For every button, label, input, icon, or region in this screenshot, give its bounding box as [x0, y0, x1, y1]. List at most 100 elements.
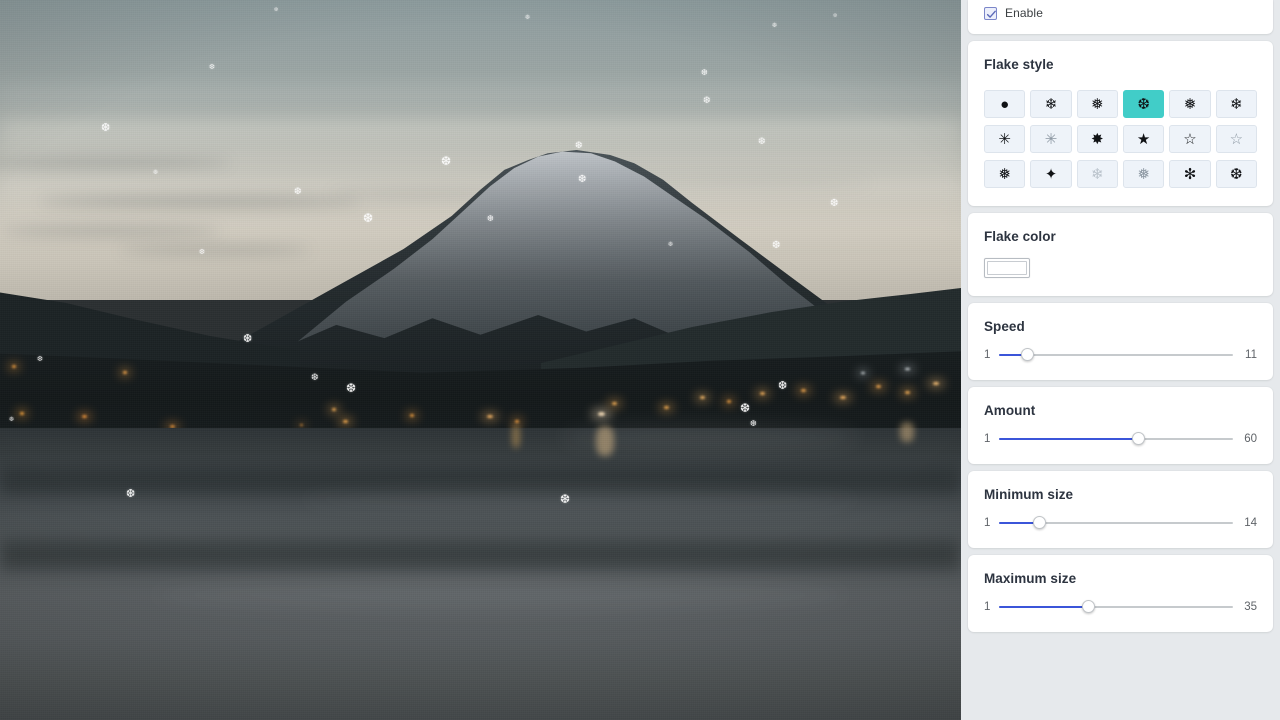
- snowflake-icon: ❆: [525, 15, 531, 21]
- outline-star-light-icon: ☆: [1229, 130, 1244, 148]
- snowflake-icon: ❆: [199, 249, 205, 256]
- snowflake-icon: ❆: [772, 240, 781, 251]
- snowflake-icon: ❆: [578, 174, 587, 185]
- flake-style-option-heavy-eight-pointed-star[interactable]: ✸: [1076, 125, 1118, 153]
- slider-track[interactable]: [999, 600, 1233, 614]
- slider-thumb[interactable]: [1131, 432, 1145, 445]
- snowflake-icon: ❆: [274, 7, 279, 13]
- slider-title: Amount: [984, 403, 1036, 418]
- slider-row[interactable]: 1 11: [984, 348, 1257, 362]
- snowflake-icon: ❆: [575, 140, 583, 150]
- slider-fill: [999, 606, 1089, 608]
- snowflake-icon: ❆: [209, 64, 215, 71]
- enable-label: Enable: [1005, 6, 1043, 20]
- flake-style-option-circle[interactable]: ●: [984, 90, 1026, 118]
- snowflake-icon: ❆: [101, 122, 111, 134]
- snowflake-icon: ❆: [243, 333, 253, 345]
- circle-icon: ●: [1000, 95, 1010, 113]
- teardrop-asterisk-icon: ✻: [1183, 165, 1197, 183]
- slider-max-label: 11: [1245, 349, 1257, 361]
- flake-style-option-light-asterisk[interactable]: ✳: [1030, 125, 1072, 153]
- slider-title: Maximum size: [984, 571, 1077, 586]
- snowflake-icon: ❆: [740, 401, 751, 415]
- enable-row[interactable]: Enable: [984, 0, 1257, 20]
- slider-max-label: 14: [1244, 517, 1257, 529]
- flake-style-option-tight-trifoliate-snowflake[interactable]: ❅: [1076, 90, 1118, 118]
- slider-max-label: 60: [1244, 433, 1257, 445]
- pale-snowflake-icon: ❅: [1137, 165, 1150, 183]
- enable-checkbox[interactable]: [984, 6, 997, 20]
- light-asterisk-icon: ✳: [1044, 130, 1058, 148]
- flake-style-option-heavy-chevron-snowflake[interactable]: ❆: [1122, 90, 1165, 118]
- flake-style-option-filled-star[interactable]: ★: [1122, 125, 1165, 153]
- snowflake-icon: ❆: [294, 186, 302, 196]
- flake-style-option-snowflake-bold[interactable]: ❄: [1030, 90, 1072, 118]
- snowflake-icon: ❆: [487, 214, 494, 223]
- flake-style-option-four-pointed-star[interactable]: ✦: [1030, 160, 1072, 188]
- flake-style-option-faint-snowflake[interactable]: ❄: [1076, 160, 1118, 188]
- enable-card: Enable: [968, 0, 1273, 34]
- slider-track[interactable]: [999, 516, 1233, 530]
- eight-spoked-asterisk-icon: ✳: [998, 130, 1011, 148]
- flake-style-option-classic-snowflake[interactable]: ❄: [1215, 90, 1257, 118]
- flake-style-option-outline-star[interactable]: ☆: [1169, 125, 1211, 153]
- slider-row[interactable]: 1 14: [984, 516, 1257, 530]
- flake-style-option-small-snowflake[interactable]: ❅: [984, 160, 1026, 188]
- snowfall-overlay: ❆ ❆ ❆ ❆ ❆ ❆ ❆ ❆ ❆ ❆ ❆ ❆ ❆ ❆ ❆ ❆ ❆ ❆ ❆ ❆ ❆ ❆ ❆ ❆ ❆ ❆ ❆ ❆ ❆ ❆: [0, 0, 961, 720]
- slider-min-label: 1: [984, 349, 991, 361]
- snowflake-icon: ❆: [346, 381, 357, 395]
- flake-style-option-dense-snowflake[interactable]: ❆: [1215, 160, 1257, 188]
- snowflake-icon: ❆: [703, 95, 711, 105]
- snowflake-icon: ❆: [37, 356, 43, 363]
- snowflake-icon: ❆: [778, 380, 788, 392]
- flake-style-option-outline-star-light[interactable]: ☆: [1215, 125, 1257, 153]
- snowflake-icon: ❆: [701, 68, 708, 77]
- slider-thumb[interactable]: [1020, 348, 1034, 361]
- flake-color-card: Flake color: [968, 213, 1273, 296]
- snowflake-icon: ❆: [441, 154, 452, 168]
- slider-card-maximum-size: Maximum size 1 35: [968, 555, 1273, 632]
- slider-list: Speed 1 11 Amount 1 60 Minimum size 1 14 Maximum …: [968, 303, 1273, 632]
- wallpaper-scene: ❆ ❆ ❆ ❆ ❆ ❆ ❆ ❆ ❆ ❆ ❆ ❆ ❆ ❆ ❆ ❆ ❆ ❆ ❆ ❆ ❆ ❆ ❆ ❆ ❆ ❆ ❆ ❆ ❆ ❆: [0, 0, 961, 720]
- flake-style-title: Flake style: [984, 57, 1054, 72]
- flake-style-option-pale-snowflake[interactable]: ❅: [1122, 160, 1165, 188]
- flake-style-option-radial-snowflake[interactable]: ❅: [1169, 90, 1211, 118]
- tight-trifoliate-snowflake-icon: ❅: [1091, 95, 1104, 113]
- checkmark-icon: [986, 10, 996, 18]
- slider-card-amount: Amount 1 60: [968, 387, 1273, 464]
- slider-thumb[interactable]: [1032, 516, 1046, 529]
- slider-rail: [999, 354, 1233, 356]
- snowflake-icon: ❆: [9, 417, 15, 423]
- slider-track[interactable]: [999, 348, 1233, 362]
- flake-style-option-teardrop-asterisk[interactable]: ✻: [1169, 160, 1211, 188]
- flake-style-grid[interactable]: ● ❄ ❅ ❆ ❅ ❄ ✳ ✳ ✸ ★ ☆ ☆ ❅ ✦ ❄ ❅ ✻ ❆: [984, 90, 1257, 188]
- slider-fill: [999, 438, 1139, 440]
- slider-min-label: 1: [984, 433, 991, 445]
- heavy-chevron-snowflake-icon: ❆: [1137, 95, 1150, 113]
- app-root: ❆ ❆ ❆ ❆ ❆ ❆ ❆ ❆ ❆ ❆ ❆ ❆ ❆ ❆ ❆ ❆ ❆ ❆ ❆ ❆ ❆ ❆ ❆ ❆ ❆ ❆ ❆ ❆ ❆ ❆ Enable Fl…: [0, 0, 1280, 720]
- flake-color-title: Flake color: [984, 229, 1056, 244]
- dense-snowflake-icon: ❆: [1230, 165, 1243, 183]
- slider-min-label: 1: [984, 601, 991, 613]
- slider-card-minimum-size: Minimum size 1 14: [968, 471, 1273, 548]
- slider-track[interactable]: [999, 432, 1233, 446]
- snowflake-bold-icon: ❄: [1044, 95, 1058, 113]
- flake-style-option-eight-spoked-asterisk[interactable]: ✳: [984, 125, 1026, 153]
- flake-style-card: Flake style ● ❄ ❅ ❆ ❅ ❄ ✳ ✳ ✸ ★ ☆ ☆ ❅ ✦ ❄ ❅ ✻ ❆: [968, 41, 1273, 206]
- snowflake-icon: ❆: [772, 23, 778, 29]
- snowflake-icon: ❆: [668, 242, 674, 248]
- slider-thumb[interactable]: [1082, 600, 1096, 613]
- slider-title: Minimum size: [984, 487, 1074, 502]
- snowflake-icon: ❆: [833, 13, 838, 19]
- settings-panel[interactable]: Enable Flake style ● ❄ ❅ ❆ ❅ ❄ ✳ ✳ ✸ ★ ☆ ☆ ❅ ✦ ❄ ❅ ✻ ❆ Fl…: [961, 0, 1280, 720]
- snowflake-icon: ❆: [311, 372, 319, 382]
- slider-max-label: 35: [1244, 601, 1257, 613]
- snowflake-icon: ❆: [830, 198, 839, 209]
- snowflake-icon: ❆: [560, 492, 571, 506]
- slider-row[interactable]: 1 35: [984, 600, 1257, 614]
- radial-snowflake-icon: ❅: [1183, 95, 1197, 113]
- slider-min-label: 1: [984, 517, 991, 529]
- slider-row[interactable]: 1 60: [984, 432, 1257, 446]
- heavy-eight-pointed-star-icon: ✸: [1091, 130, 1104, 148]
- flake-color-swatch[interactable]: [984, 258, 1030, 278]
